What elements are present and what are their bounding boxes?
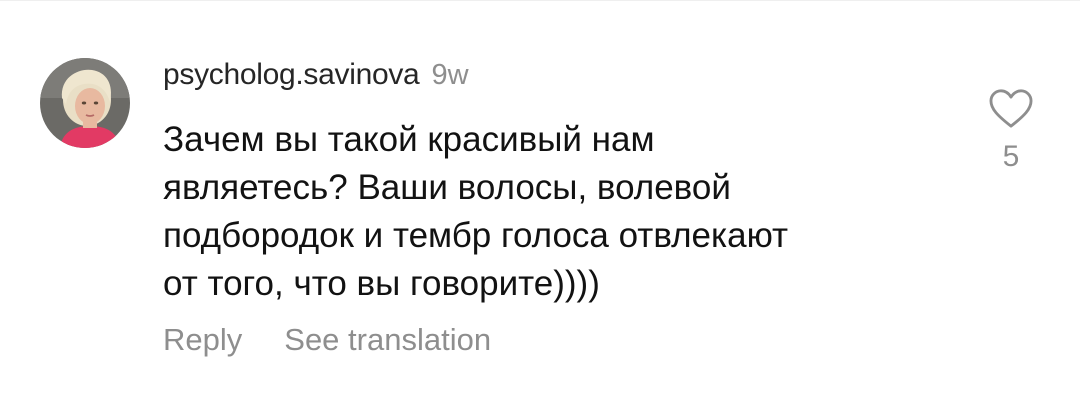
heart-outline-icon[interactable]: [988, 88, 1034, 130]
avatar[interactable]: [40, 58, 130, 148]
reply-button[interactable]: Reply: [163, 322, 242, 358]
divider: [0, 0, 1080, 1]
comment-time: 9w: [431, 59, 469, 91]
comment-text: Зачем вы такой красивый нам являетесь? В…: [163, 120, 789, 303]
avatar-photo: [40, 58, 130, 148]
like-control: 5: [984, 88, 1038, 174]
like-count: 5: [1002, 140, 1020, 173]
comment-actions: Reply See translation: [163, 322, 491, 358]
comment-screen: psycholog.savinova 9w Зачем вы такой кра…: [0, 0, 1080, 415]
username-link[interactable]: psycholog.savinova: [163, 58, 420, 92]
see-translation-button[interactable]: See translation: [284, 322, 491, 358]
comment-header: psycholog.savinova 9w: [163, 58, 469, 94]
